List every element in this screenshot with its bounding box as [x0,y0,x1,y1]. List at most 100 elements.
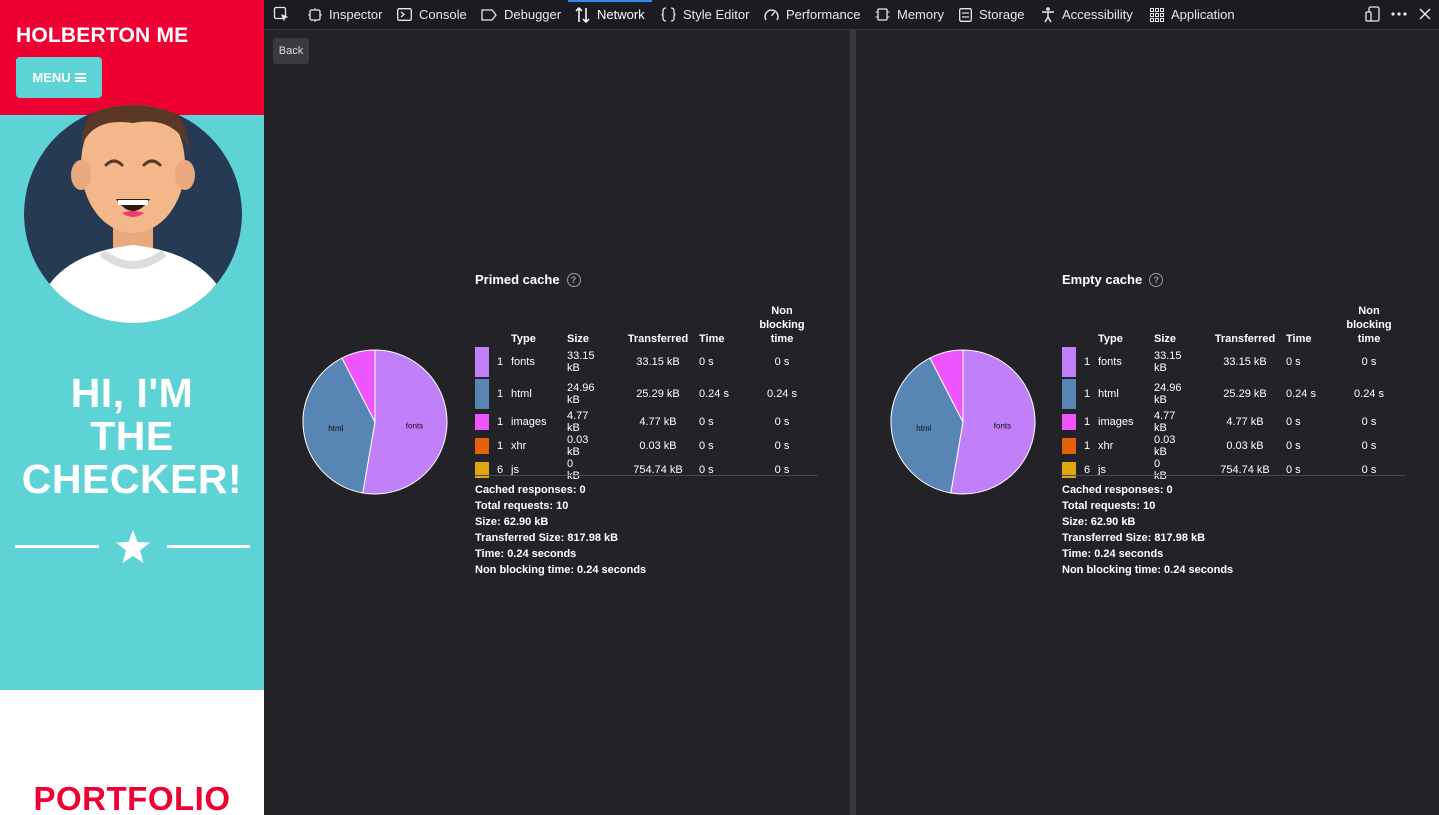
responsive-design-icon[interactable] [1365,6,1381,22]
table-row: 6 js 0 kB 754.74 kB 0 s 0 s [475,458,821,482]
summary-line: Total requests: 10 [475,500,569,512]
row-count: 1 [497,388,504,400]
tab-style-editor[interactable]: Style Editor [661,0,749,29]
row-time: 0 s [699,464,714,476]
tab-console[interactable]: Console [397,0,467,29]
menu-label: MENU [32,70,71,85]
row-transferred: 25.29 kB [636,388,680,400]
row-type: xhr [511,440,527,452]
row-type: images [511,416,547,428]
color-swatch [1062,347,1076,377]
row-size: 0.03 kB [567,434,589,458]
summary-line: Size: 62.90 kB [1062,516,1136,528]
divider-line-right [167,545,250,548]
type-swatch [475,434,497,458]
row-type: js [511,464,519,476]
row-count: 1 [497,416,504,428]
row-size: 33.15 kB [567,350,595,374]
storage-icon [959,7,972,22]
tab-performance-label: Performance [786,7,861,22]
color-swatch [475,414,489,430]
row-size: 33.15 kB [1154,350,1182,374]
row-nonblocking: 0.24 s [767,388,797,400]
tab-application[interactable]: Application [1150,0,1235,29]
type-swatch [475,378,497,410]
row-size: 24.96 kB [1154,382,1182,406]
tab-debugger[interactable]: Debugger [481,0,561,29]
close-icon[interactable] [1419,8,1431,20]
more-options-icon[interactable] [1391,12,1407,16]
type-swatch [475,410,497,434]
star-icon [116,530,150,563]
color-swatch [1062,438,1076,454]
debugger-icon [481,8,497,21]
col-type: Type [511,333,536,345]
table-row: 1 xhr 0.03 kB 0.03 kB 0 s 0 s [475,434,821,458]
color-swatch [1062,379,1076,409]
summary-line: Transferred Size: 817.98 kB [1062,532,1206,544]
primed-cache-title: Primed cache ? [475,272,581,287]
col-size: Size [1154,333,1177,345]
help-icon[interactable]: ? [1149,272,1164,287]
tab-accessibility[interactable]: Accessibility [1041,0,1133,29]
summary-line: Non blocking time: 0.24 seconds [1062,564,1234,576]
summary-line: Total requests: 10 [1062,500,1156,512]
tab-performance[interactable]: Performance [764,0,860,29]
menu-button[interactable]: MENU [16,57,102,98]
col-transferred: Transferred [627,333,689,345]
empty-cache-title-text: Empty cache [1062,272,1143,287]
tab-inspector[interactable]: Inspector [308,0,382,29]
website-preview: HOLBERTON ME MENU HI, I'M THE CHECKER! P… [0,0,264,815]
avatar [24,105,242,323]
type-swatch [1062,458,1084,482]
color-swatch [475,379,489,409]
row-transferred: 0.03 kB [1226,440,1264,452]
tab-debugger-label: Debugger [504,7,562,22]
color-swatch [475,438,489,454]
hero-line-2: THE [90,413,174,459]
memory-icon [875,8,890,21]
hero-line-3: CHECKER! [21,456,243,502]
tab-storage[interactable]: Storage [959,0,1025,29]
row-count: 6 [1084,464,1091,476]
site-brand[interactable]: HOLBERTON ME [16,24,188,48]
tab-network[interactable]: Network [568,0,652,29]
row-transferred: 33.15 kB [1223,356,1267,368]
type-swatch [1062,410,1084,434]
col-nonblocking: Non blocking time [1346,305,1392,345]
row-nonblocking: 0 s [774,356,790,368]
empty-cache-table: Type Size Transferred Time Non blocking ti… [1062,304,1408,482]
type-swatch [1062,346,1084,378]
summary-line: Time: 0.24 seconds [475,548,577,560]
row-nonblocking: 0 s [774,464,790,476]
element-picker-icon[interactable] [273,6,290,23]
table-row: 1 xhr 0.03 kB 0.03 kB 0 s 0 s [1062,434,1408,458]
pie-label-fonts: fonts [406,421,423,430]
row-nonblocking: 0 s [774,440,790,452]
row-time: 0 s [699,416,714,428]
style-editor-icon [661,7,676,22]
row-nonblocking: 0.24 s [1354,388,1384,400]
hero-title: HI, I'M THE CHECKER! [0,372,264,501]
row-type: fonts [511,356,535,368]
row-count: 1 [1084,388,1091,400]
panel-splitter[interactable] [850,30,856,815]
row-size: 0 kB [1154,458,1167,482]
row-size: 0 kB [567,458,580,482]
back-button[interactable]: Back [273,38,309,64]
summary-line: Time: 0.24 seconds [1062,548,1164,560]
help-icon[interactable]: ? [566,272,581,287]
application-icon [1150,7,1164,22]
tab-memory[interactable]: Memory [875,0,944,29]
row-size: 4.77 kB [1154,410,1176,434]
divider-line-left [15,545,99,548]
tab-network-label: Network [597,7,645,22]
tab-console-label: Console [419,7,467,22]
type-swatch [475,458,497,482]
row-transferred: 754.74 kB [633,464,683,476]
table-row: 1 fonts 33.15 kB 33.15 kB 0 s 0 s [475,346,821,378]
row-transferred: 4.77 kB [1226,416,1264,428]
row-count: 1 [1084,416,1091,428]
row-count: 1 [497,356,504,368]
site-header: HOLBERTON ME MENU [0,0,264,115]
